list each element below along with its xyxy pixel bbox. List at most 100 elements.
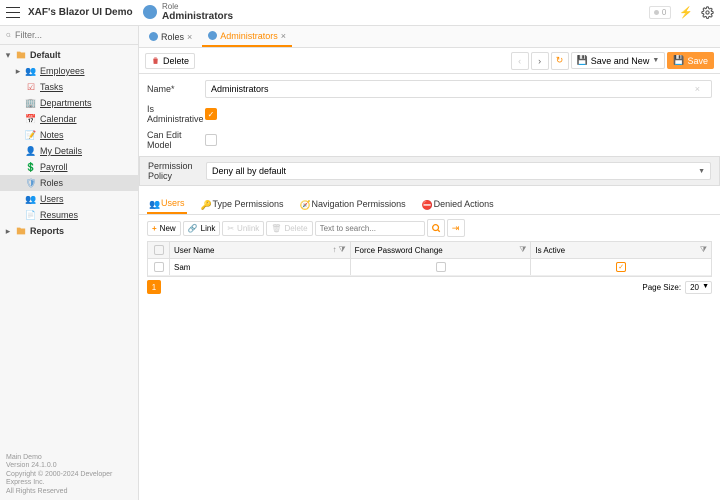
name-label: Name* — [147, 84, 205, 94]
name-input[interactable] — [205, 80, 712, 98]
folder-icon — [16, 226, 26, 236]
tab-icon — [208, 31, 217, 40]
inner-tab-users[interactable]: 👥 Users — [147, 194, 187, 214]
inner-tab-type-permissions[interactable]: 🔑 Type Permissions — [199, 194, 286, 214]
notes-icon: 📝 — [26, 130, 36, 140]
close-icon[interactable]: × — [187, 32, 192, 42]
page-number[interactable]: 1 — [147, 280, 161, 294]
chevron-down-icon: ▼ — [702, 283, 709, 290]
next-button[interactable]: › — [531, 52, 549, 70]
inner-tab-denied-actions[interactable]: ⛔ Denied Actions — [420, 194, 496, 214]
delete-button[interactable]: Delete — [145, 53, 195, 69]
filter-icon[interactable]: ⧩ — [700, 245, 707, 255]
trash-icon: 🗑 — [271, 224, 281, 233]
resumes-icon: 📄 — [26, 210, 36, 220]
sidebar-item-resumes[interactable]: 📄 Resumes — [0, 207, 138, 223]
sidebar-item-roles[interactable]: 🛡 Roles — [0, 175, 138, 191]
folder-icon — [16, 50, 26, 60]
export-button[interactable]: ⇥ — [447, 219, 465, 237]
users-grid: User Name↑⧩ Force Password Change⧩ Is Ac… — [147, 241, 712, 277]
departments-icon: 🏢 — [26, 98, 36, 108]
view-tabs: Roles × Administrators × — [139, 26, 720, 48]
breadcrumb: Role Administrators — [143, 3, 233, 23]
filter-icon[interactable]: ⧩ — [339, 245, 346, 255]
new-button[interactable]: +New — [147, 221, 181, 236]
sidebar-item-departments[interactable]: 🏢 Departments — [0, 95, 138, 111]
users-icon: 👥 — [26, 194, 36, 204]
person-icon: 👤 — [26, 146, 36, 156]
tab-administrators[interactable]: Administrators × — [202, 26, 292, 47]
search-button[interactable] — [427, 219, 445, 237]
column-header-username[interactable]: User Name↑⧩ — [170, 242, 351, 258]
users-icon: 👥 — [149, 199, 158, 208]
menu-toggle[interactable] — [6, 6, 20, 20]
sidebar-item-notes[interactable]: 📝 Notes — [0, 127, 138, 143]
clear-icon[interactable]: × — [695, 84, 700, 94]
search-icon — [431, 223, 441, 233]
column-header-active[interactable]: Is Active⧩ — [531, 242, 711, 258]
sidebar-item-employees[interactable]: ▸ 👥 Employees — [0, 63, 138, 79]
unlink-button[interactable]: ✂Unlink — [222, 221, 264, 236]
save-and-new-button[interactable]: 💾 Save and New ▼ — [571, 52, 666, 69]
sidebar-item-calendar[interactable]: 📅 Calendar — [0, 111, 138, 127]
sidebar-item-users[interactable]: 👥 Users — [0, 191, 138, 207]
grid-delete-button[interactable]: 🗑Delete — [266, 221, 312, 236]
select-all-checkbox[interactable] — [154, 245, 164, 255]
cell-username: Sam — [170, 259, 351, 275]
close-icon[interactable]: × — [281, 31, 286, 41]
save-icon: 💾 — [577, 55, 588, 66]
column-header-force[interactable]: Force Password Change⧩ — [351, 242, 532, 258]
refresh-button[interactable]: ↻ — [551, 52, 569, 70]
app-title: XAF's Blazor UI Demo — [28, 7, 143, 18]
policy-label: Permission Policy — [148, 161, 206, 181]
page-size-select[interactable]: 20 ▼ — [685, 281, 712, 294]
sidebar-item-mydetails[interactable]: 👤 My Details — [0, 143, 138, 159]
filter-icon[interactable]: ⧩ — [519, 245, 526, 255]
can-edit-checkbox[interactable] — [205, 134, 217, 146]
sidebar-item-payroll[interactable]: 💲 Payroll — [0, 159, 138, 175]
settings-icon[interactable] — [701, 6, 714, 19]
link-button[interactable]: 🔗Link — [183, 221, 221, 236]
tab-icon — [149, 32, 158, 41]
sort-icon[interactable]: ↑ — [333, 245, 337, 255]
bolt-icon[interactable]: ⚡ — [679, 6, 693, 19]
sidebar-group-default[interactable]: ▾ Default — [0, 47, 138, 63]
link-icon: 🔗 — [188, 224, 198, 233]
footer: Main Demo Version 24.1.0.0 Copyright © 2… — [0, 450, 138, 500]
is-admin-checkbox[interactable]: ✓ — [205, 108, 217, 120]
force-checkbox[interactable] — [436, 262, 446, 272]
people-icon: 👥 — [26, 66, 36, 76]
save-button[interactable]: 💾 Save — [667, 52, 714, 69]
object-name: Administrators — [162, 11, 233, 22]
roles-icon: 🛡 — [26, 178, 36, 188]
role-icon — [143, 5, 157, 19]
unlink-icon: ✂ — [227, 224, 234, 233]
search-icon — [6, 30, 11, 40]
tab-roles[interactable]: Roles × — [143, 26, 198, 47]
prev-button[interactable]: ‹ — [511, 52, 529, 70]
row-checkbox[interactable] — [154, 262, 164, 272]
sidebar: ▾ Default ▸ 👥 Employees ☑ Tasks 🏢 Depart… — [0, 26, 139, 500]
sidebar-group-reports[interactable]: ▸ Reports — [0, 223, 138, 239]
sidebar-filter-input[interactable] — [15, 30, 132, 40]
chevron-down-icon: ▼ — [698, 168, 705, 175]
trash-icon — [151, 56, 160, 65]
nav-perm-icon: 🧭 — [300, 200, 309, 209]
page-size-label: Page Size: — [642, 283, 681, 292]
grid-search-input[interactable] — [315, 221, 425, 236]
active-checkbox[interactable]: ✓ — [616, 262, 626, 272]
chevron-down-icon: ▼ — [652, 57, 659, 64]
save-icon: 💾 — [673, 55, 684, 66]
inner-tab-nav-permissions[interactable]: 🧭 Navigation Permissions — [298, 194, 408, 214]
is-admin-label: Is Administrative — [147, 104, 205, 124]
payroll-icon: 💲 — [26, 162, 36, 172]
object-type-label: Role — [162, 3, 233, 12]
can-edit-label: Can Edit Model — [147, 130, 205, 150]
notifications-badge[interactable]: 0 — [649, 6, 671, 19]
table-row[interactable]: Sam ✓ — [148, 259, 711, 276]
calendar-icon: 📅 — [26, 114, 36, 124]
plus-icon: + — [152, 224, 157, 233]
sidebar-item-tasks[interactable]: ☑ Tasks — [0, 79, 138, 95]
policy-select[interactable]: Deny all by default ▼ — [206, 162, 711, 180]
type-perm-icon: 🔑 — [201, 200, 210, 209]
